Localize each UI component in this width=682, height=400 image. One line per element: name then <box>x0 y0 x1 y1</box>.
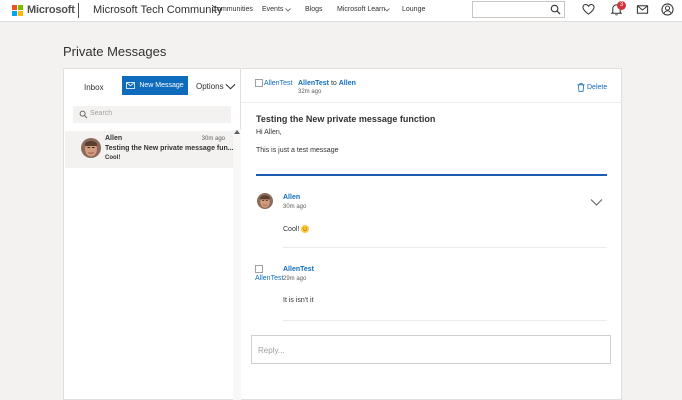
reply-text: It is isn't it <box>283 297 314 304</box>
thread-header-divider <box>241 102 621 103</box>
conversation-time: 30m ago <box>201 136 225 142</box>
nav-communities[interactable]: Communities <box>212 6 253 13</box>
message-divider <box>256 174 607 176</box>
avatar <box>257 193 273 209</box>
chevron-down-icon[interactable] <box>225 81 236 92</box>
heart-icon[interactable] <box>582 3 595 16</box>
sender-link[interactable]: AllenTest <box>298 80 329 87</box>
options-menu[interactable]: Options <box>196 82 224 91</box>
reply-author-link[interactable]: AllenTest <box>283 266 314 273</box>
message-time: 32m ago <box>298 89 322 95</box>
microsoft-logo-icon[interactable] <box>12 5 23 16</box>
reply-text: Cool! <box>283 225 310 233</box>
reply-divider <box>283 320 607 321</box>
nav-lounge[interactable]: Lounge <box>402 6 425 13</box>
message-body: This is just a test message <box>256 147 339 154</box>
nav-blogs[interactable]: Blogs <box>305 6 323 13</box>
page-title: Private Messages <box>63 44 167 59</box>
search-placeholder: Search <box>90 110 113 117</box>
reply-input[interactable]: Reply... <box>251 335 611 364</box>
conversation-preview: Cool! <box>105 155 121 161</box>
notification-badge: 3 <box>617 1 626 10</box>
brand-divider <box>78 3 79 18</box>
chevron-down-icon[interactable] <box>590 198 603 207</box>
new-message-label: New Message <box>139 82 184 89</box>
tab-inbox[interactable]: Inbox <box>84 83 104 92</box>
message-subject: Testing the New private message function <box>256 114 436 124</box>
message-thread-panel: AllenTest AllenTest to Allen 32m ago Del… <box>241 68 622 400</box>
user-avatar-icon[interactable] <box>661 3 674 16</box>
reply-author-link[interactable]: Allen <box>283 194 300 201</box>
conversation-list-item[interactable]: Allen 30m ago Testing the New private me… <box>65 131 234 168</box>
top-bar: Microsoft Microsoft Tech Community Commu… <box>0 0 682 22</box>
delete-button[interactable]: Delete <box>587 84 607 91</box>
message-from-line: AllenTest to Allen <box>298 80 356 87</box>
avatar <box>81 138 101 158</box>
chevron-down-icon <box>285 8 291 12</box>
to-word: to <box>330 80 337 87</box>
nav-microsoft-learn[interactable]: Microsoft Learn <box>337 6 385 13</box>
header-search-input[interactable] <box>472 1 565 18</box>
trash-icon[interactable] <box>577 83 585 92</box>
chevron-down-icon <box>384 8 390 12</box>
sender-avatar-image: AllenTest <box>255 79 292 87</box>
conversation-subject: Testing the New private message fun... <box>105 145 234 152</box>
envelope-icon <box>126 82 136 89</box>
recipient-link[interactable]: Allen <box>339 80 356 87</box>
brand-name[interactable]: Microsoft <box>27 4 75 16</box>
message-greeting: Hi Allen, <box>256 129 282 136</box>
search-icon[interactable] <box>550 4 561 15</box>
reply-divider <box>283 247 607 248</box>
conversation-sender: Allen <box>105 135 123 142</box>
reply-avatar-image: AllenTest <box>255 265 283 283</box>
conversation-scrollbar[interactable] <box>233 129 241 400</box>
scroll-up-arrow-icon[interactable] <box>234 130 240 134</box>
site-title[interactable]: Microsoft Tech Community <box>93 4 222 16</box>
reply-time: 29m ago <box>283 276 307 282</box>
reply-time: 30m ago <box>283 204 307 210</box>
conversation-search-input[interactable]: Search <box>73 106 231 123</box>
conversation-list-panel: Inbox New Message Options Search Allen 3… <box>63 68 241 400</box>
nav-events[interactable]: Events <box>262 6 283 13</box>
mail-icon[interactable] <box>636 3 649 16</box>
search-icon <box>79 110 88 119</box>
new-message-button[interactable]: New Message <box>122 76 188 95</box>
smile-emoji-icon <box>301 225 310 233</box>
